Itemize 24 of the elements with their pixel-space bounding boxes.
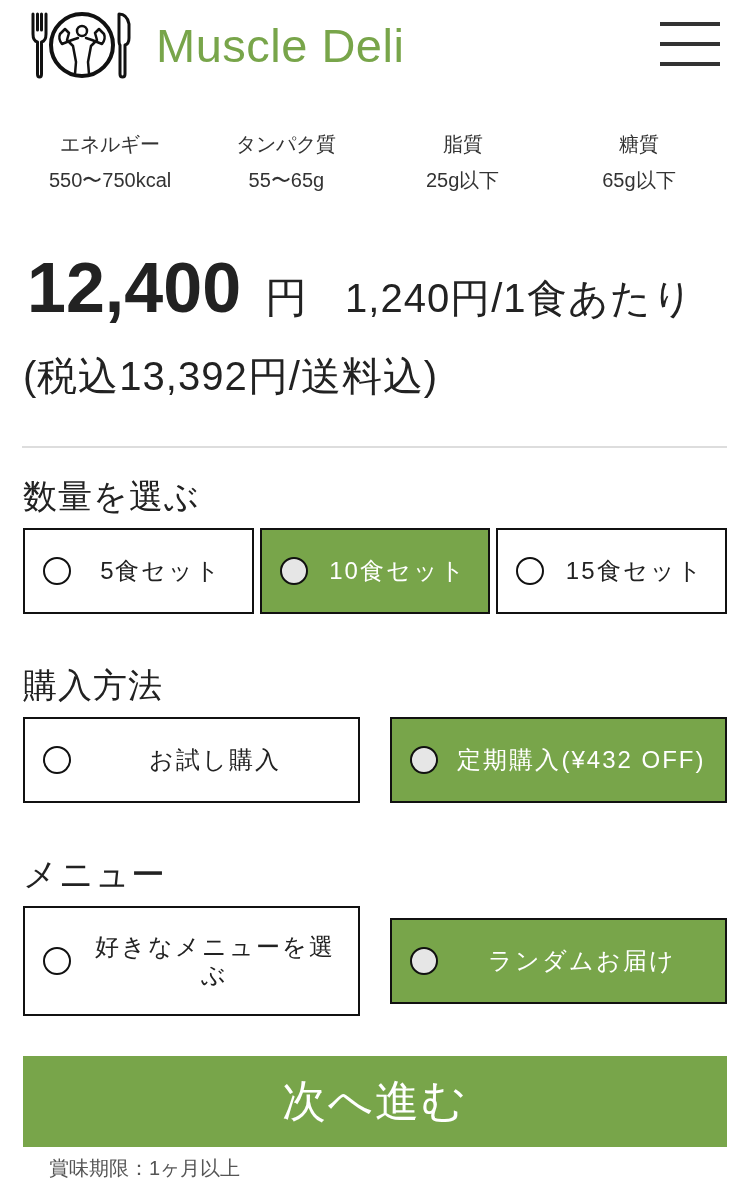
menu-button[interactable] [660,22,720,66]
radio-option[interactable]: 15食セット [496,528,727,614]
radio-option[interactable]: お試し購入 [23,717,360,803]
nutrient-value: 550〜750kcal [48,168,172,193]
nutrient-label: タンパク質 [236,132,337,157]
nutrient-label: 脂質 [442,132,483,157]
per-meal-price: 1,240円/1食あたり [345,275,694,322]
nutrient-value: 25g以下 [425,168,500,193]
menu-icon [660,22,720,66]
price-amount: 12,400 [26,252,242,324]
fork-plate-knife-icon [30,10,134,80]
tax-note: (税込13,392円/送料込) [23,353,440,400]
nutrient-value: 55〜65g [248,168,325,193]
section-title: 数量を選ぶ [23,476,201,516]
nutrient-label: 糖質 [618,132,659,157]
logo-text: Muscle Deli [156,21,405,69]
nutrient-value: 65g以下 [602,168,676,193]
section-title: メニュー [23,854,167,894]
nutrient-label: エネルギー [60,132,161,157]
radio-option[interactable]: 好きなメニューを選ぶ [23,906,360,1016]
section-title: 購入方法 [23,665,164,705]
radio-option[interactable]: 5食セット [23,528,254,614]
shelf-life-note: 賞味期限：1ヶ月以上 [49,1156,242,1181]
currency-label: 円 [265,273,308,323]
